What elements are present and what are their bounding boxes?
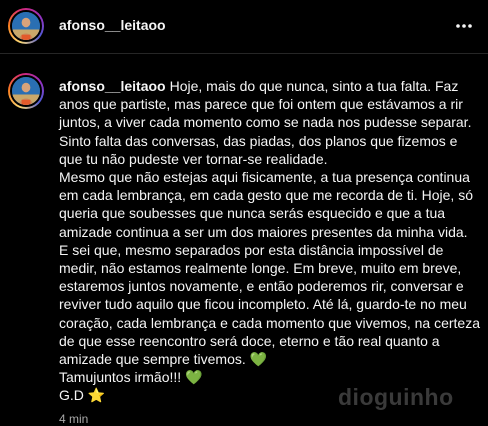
comment-timestamp[interactable]: 4 min: [59, 412, 88, 426]
header-avatar[interactable]: [8, 8, 44, 44]
post-header: afonso__leitaoo: [0, 0, 488, 54]
more-horizontal-icon[interactable]: [454, 16, 474, 36]
comment-text: Hoje, mais do que nunca, sinto a tua fal…: [59, 78, 481, 404]
profile-photo-icon: [12, 12, 40, 40]
comment-username[interactable]: afonso__leitaoo: [59, 78, 166, 94]
comment-body: afonso__leitaoo Hoje, mais do que nunca, …: [59, 77, 484, 405]
header-username[interactable]: afonso__leitaoo: [59, 17, 166, 33]
watermark: dioguinho: [338, 384, 454, 410]
profile-photo-icon: [12, 77, 40, 105]
comment-avatar[interactable]: [8, 73, 44, 109]
